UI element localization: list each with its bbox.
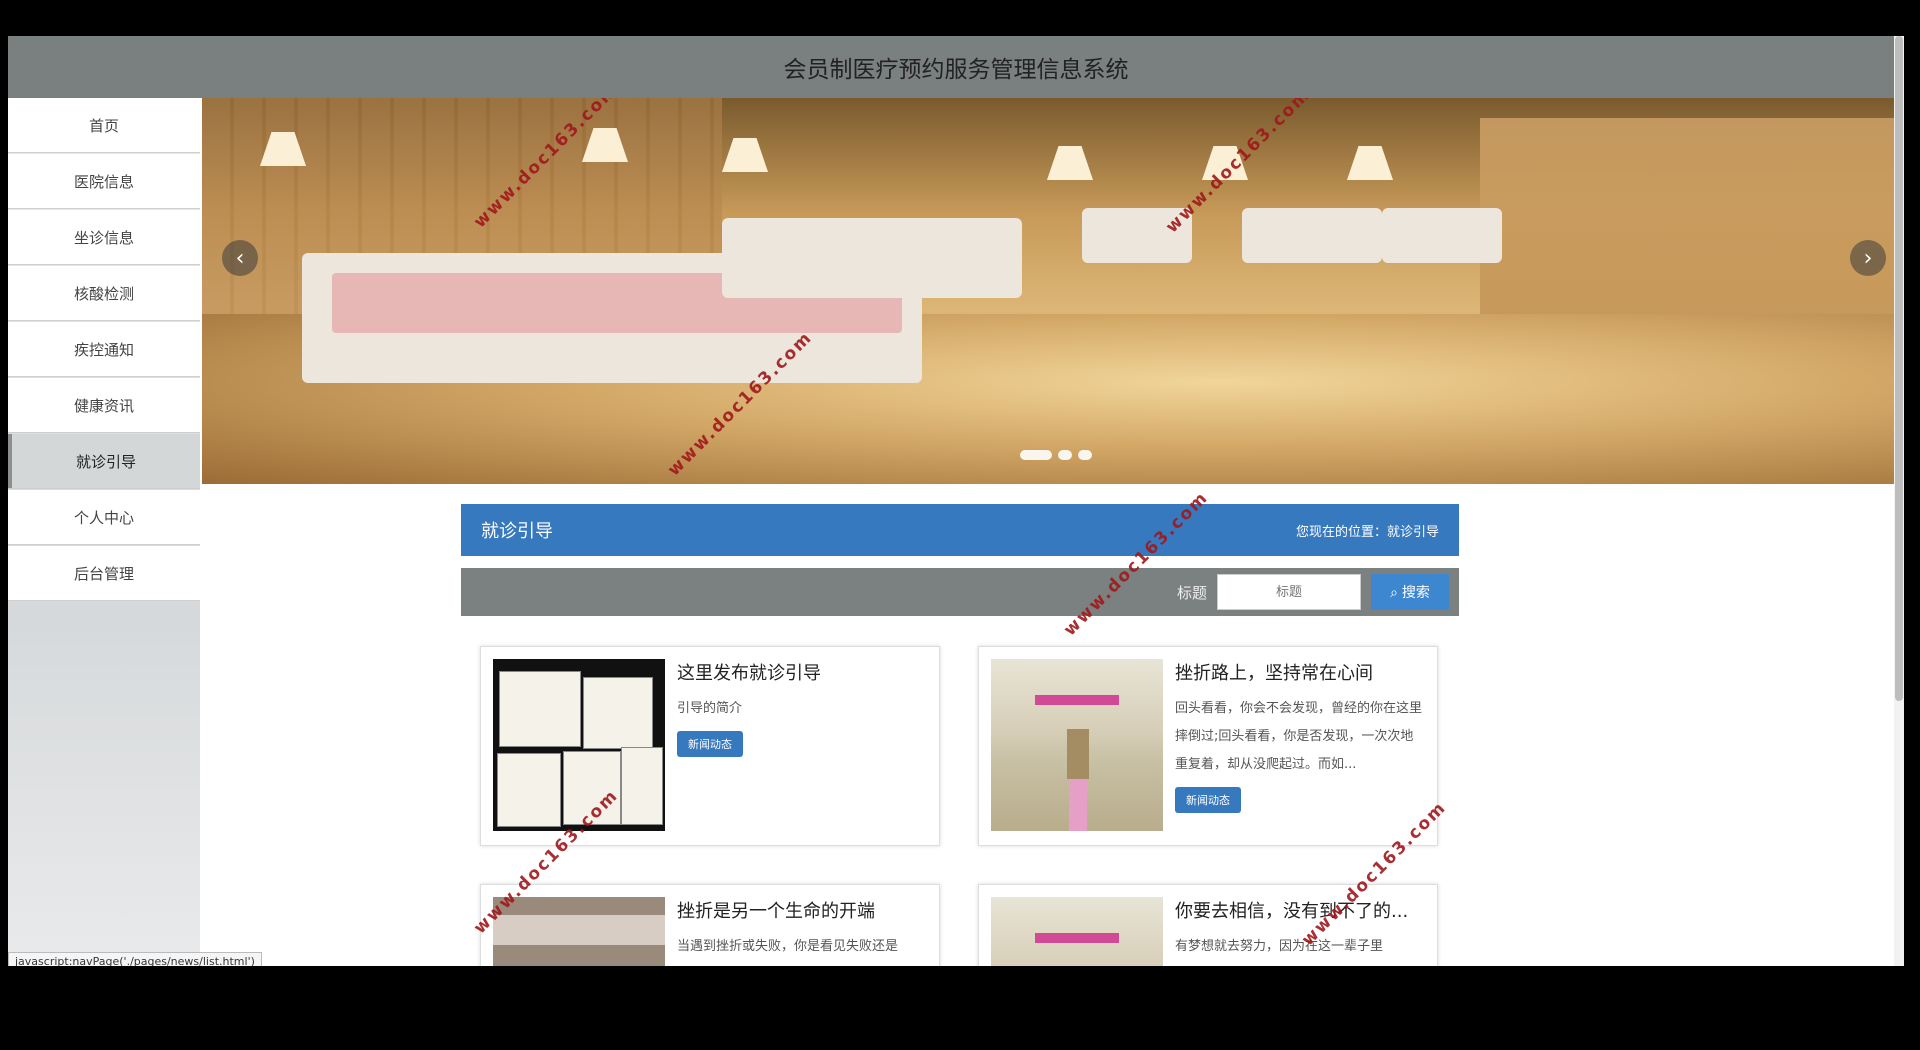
signboard xyxy=(1035,933,1119,943)
article-title[interactable]: 挫折是另一个生命的开端 xyxy=(677,897,875,923)
search-icon: ⌕ xyxy=(1390,583,1398,600)
article-card[interactable]: 这里发布就诊引导 引导的简介 新闻动态 xyxy=(480,646,940,846)
article-title[interactable]: 你要去相信，没有到不了的... xyxy=(1175,897,1408,923)
breadcrumb: 您现在的位置：就诊引导 xyxy=(1295,524,1439,540)
app-header: 会员制医疗预约服务管理信息系统 xyxy=(8,36,1904,98)
app-title: 会员制医疗预约服务管理信息系统 xyxy=(783,57,1129,83)
article-card[interactable]: 挫折路上，坚持常在心间 回头看看，你会不会发现，曾经的你在这里摔倒过;回头看看，… xyxy=(978,646,1438,846)
carousel-dot[interactable] xyxy=(1020,450,1052,460)
article-card[interactable]: 挫折是另一个生命的开端 当遇到挫折或失败，你是看见失败还是 xyxy=(480,884,940,966)
search-label: 标题 xyxy=(1176,583,1207,602)
sidebar-item-admin[interactable]: 后台管理 xyxy=(8,546,200,600)
sidebar-item-visit-guide[interactable]: 就诊引导 xyxy=(8,434,200,488)
carousel-indicators xyxy=(1020,450,1092,460)
lamp-image xyxy=(722,138,768,172)
sidebar-item-health-news[interactable]: 健康资讯 xyxy=(8,378,200,432)
article-summary: 当遇到挫折或失败，你是看见失败还是 xyxy=(677,939,899,954)
carousel-prev-button[interactable]: ‹ xyxy=(222,240,258,276)
browser-viewport: 会员制医疗预约服务管理信息系统 首页 医院信息 坐诊信息 核酸检测 疾控通知 健… xyxy=(8,36,1904,966)
chevron-right-icon: › xyxy=(1863,245,1873,271)
section-title-bar: 就诊引导 您现在的位置：就诊引导 xyxy=(461,504,1459,556)
article-title[interactable]: 这里发布就诊引导 xyxy=(677,659,821,685)
article-summary: 引导的简介 xyxy=(677,701,743,716)
sidebar-item-hospital-info[interactable]: 医院信息 xyxy=(8,154,200,208)
article-summary: 回头看看，你会不会发现，曾经的你在这里摔倒过;回头看看，你是否发现，一次次地重复… xyxy=(1175,701,1423,772)
banner-carousel[interactable]: ‹ › www.doc163.com www.doc163.com www.do… xyxy=(202,98,1900,484)
sidebar-item-clinic-info[interactable]: 坐诊信息 xyxy=(8,210,200,264)
newspaper-image xyxy=(583,677,653,749)
carousel-dot[interactable] xyxy=(1058,450,1072,460)
search-button[interactable]: ⌕ 搜索 xyxy=(1371,574,1449,610)
sidebar-item-cdc-notice[interactable]: 疾控通知 xyxy=(8,322,200,376)
lamp-image xyxy=(1047,146,1093,180)
section-title: 就诊引导 xyxy=(481,521,553,542)
article-title[interactable]: 挫折路上，坚持常在心间 xyxy=(1175,659,1373,685)
newspaper-image xyxy=(499,671,581,747)
article-thumbnail xyxy=(991,659,1163,831)
sign-board-image xyxy=(493,915,665,945)
bed-image xyxy=(722,218,1022,298)
floor-stripe xyxy=(1069,779,1087,831)
search-input[interactable] xyxy=(1217,574,1361,610)
signboard xyxy=(1035,695,1119,705)
bed-image xyxy=(1382,208,1502,263)
article-thumbnail xyxy=(991,897,1163,966)
carousel-next-button[interactable]: › xyxy=(1850,240,1886,276)
article-tag[interactable]: 新闻动态 xyxy=(677,731,743,757)
sidebar-item-nucleic-test[interactable]: 核酸检测 xyxy=(8,266,200,320)
status-bar-url: javascript:navPage('./pages/news/list.ht… xyxy=(8,952,262,966)
sidebar-nav: 首页 医院信息 坐诊信息 核酸检测 疾控通知 健康资讯 就诊引导 个人中心 后台… xyxy=(8,98,200,966)
article-thumbnail xyxy=(493,897,665,966)
newspaper-image xyxy=(621,747,663,825)
article-tag[interactable]: 新闻动态 xyxy=(1175,787,1241,813)
lamp-image xyxy=(1347,146,1393,180)
newspaper-image xyxy=(497,753,561,827)
article-card[interactable]: 你要去相信，没有到不了的... 有梦想就去努力，因为在这一辈子里 xyxy=(978,884,1438,966)
search-bar: 标题 ⌕ 搜索 xyxy=(461,568,1459,616)
sidebar-item-personal-center[interactable]: 个人中心 xyxy=(8,490,200,544)
vertical-scrollbar[interactable] xyxy=(1894,36,1904,966)
carousel-dot[interactable] xyxy=(1078,450,1092,460)
bed-image xyxy=(1242,208,1382,263)
scrollbar-thumb[interactable] xyxy=(1895,36,1903,701)
article-thumbnail xyxy=(493,659,665,831)
corridor-door xyxy=(1067,729,1089,779)
chevron-left-icon: ‹ xyxy=(235,245,245,271)
corridor-image xyxy=(991,897,1163,966)
search-button-label: 搜索 xyxy=(1401,584,1430,600)
sidebar-item-home[interactable]: 首页 xyxy=(8,98,200,152)
